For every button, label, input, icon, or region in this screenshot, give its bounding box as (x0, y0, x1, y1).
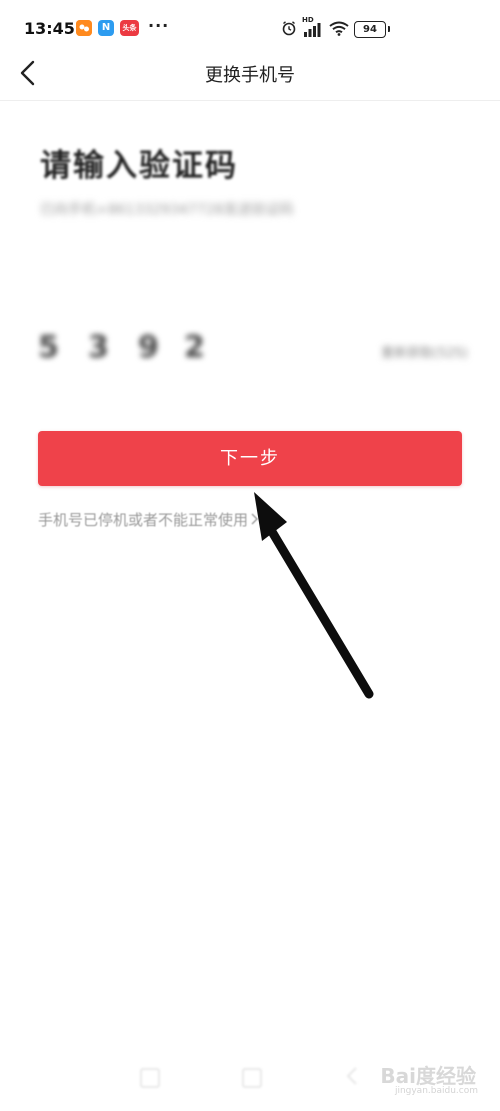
code-input[interactable]: 5 3 9 2 重新获取(52S) (38, 330, 468, 374)
page-title: 更换手机号 (205, 65, 295, 86)
resend-code-link[interactable]: 重新获取(52S) (381, 342, 468, 361)
wifi-icon (329, 21, 349, 40)
number-unavailable-link[interactable]: 手机号已停机或者不能正常使用 (38, 509, 260, 530)
n-app-icon: N (98, 20, 114, 36)
status-bar: 13:45 N 头条 ··· HD 94 (0, 0, 500, 58)
home-icon[interactable] (242, 1068, 262, 1088)
help-link-label: 手机号已停机或者不能正常使用 (38, 511, 249, 529)
next-step-button[interactable]: 下一步 (38, 431, 462, 486)
battery-indicator: 94 (354, 21, 386, 38)
battery-tip (388, 26, 390, 32)
verification-heading: 请输入验证码 (40, 148, 238, 184)
code-digit: 5 (38, 330, 59, 365)
chevron-right-icon (250, 511, 260, 529)
taobao-app-icon (76, 20, 92, 36)
status-time: 13:45 (24, 19, 75, 38)
verification-subtitle: 已向手机+8613329347728发送验证码 (40, 202, 294, 218)
phone-screen: 13:45 N 头条 ··· HD 94 更换手机号 请输入验证码 已向手机+8… (0, 0, 500, 1111)
overflow-dots: ··· (148, 16, 170, 35)
code-digit: 9 (138, 330, 159, 365)
code-digit: 3 (88, 330, 109, 365)
alarm-icon (281, 20, 297, 40)
baidu-watermark-url: jingyan.baidu.com (394, 1086, 478, 1096)
code-digit: 2 (184, 330, 205, 365)
toutiao-app-icon: 头条 (120, 20, 139, 36)
back-nav-icon[interactable] (345, 1066, 359, 1090)
signal-icon (302, 22, 322, 41)
baidu-watermark: Bai度经验 (380, 1064, 476, 1088)
nav-bar: 更换手机号 (0, 58, 500, 101)
menu-icon[interactable] (140, 1068, 160, 1088)
